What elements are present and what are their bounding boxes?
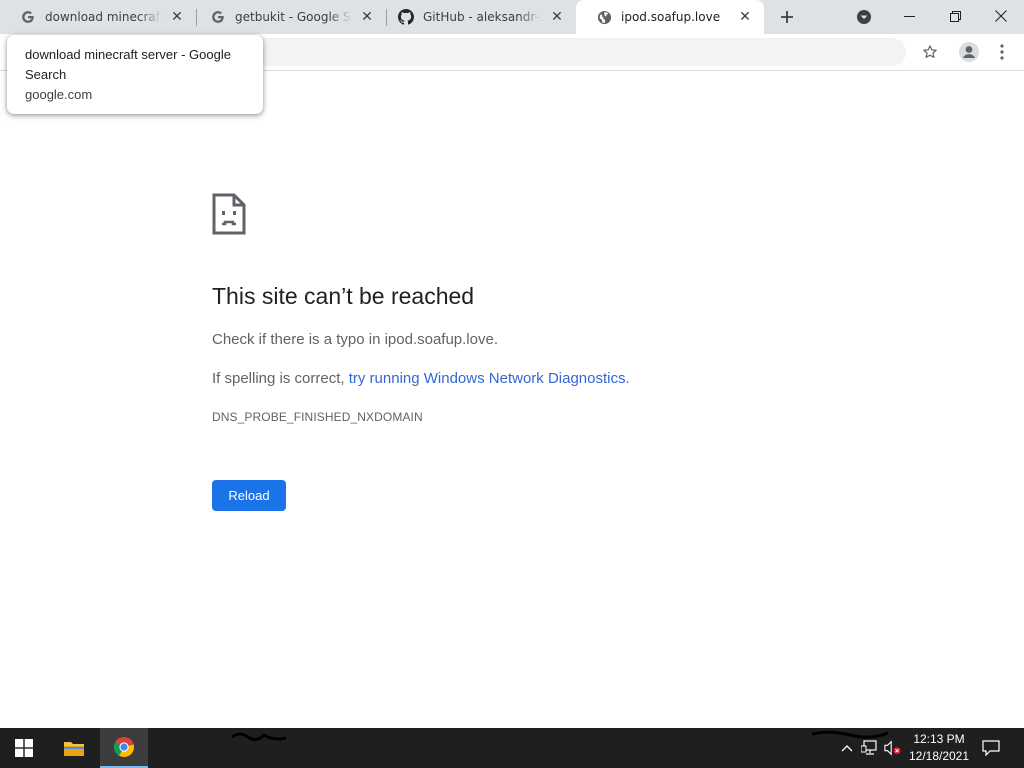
chrome-taskbar-icon[interactable] (100, 728, 148, 768)
start-button[interactable] (0, 728, 48, 768)
tab-close-icon[interactable]: ✕ (168, 8, 186, 26)
system-clock[interactable]: 12:13 PM 12/18/2021 (904, 731, 974, 765)
show-hidden-icons-chevron-icon[interactable] (838, 739, 856, 757)
tab-hover-card: download minecraft server - Google Searc… (7, 35, 263, 114)
tab-ipod-soafup[interactable]: ipod.soafup.love ✕ (576, 0, 764, 34)
action-center-icon[interactable] (982, 739, 1000, 757)
google-g-icon (210, 9, 226, 25)
close-window-button[interactable] (978, 0, 1024, 32)
tab-close-icon[interactable]: ✕ (548, 8, 566, 26)
kebab-menu-icon[interactable] (990, 40, 1014, 64)
github-icon (398, 9, 414, 25)
spelling-hint-text: If spelling is correct, try running Wind… (212, 370, 630, 387)
tab-search-icon[interactable] (854, 7, 874, 27)
network-diagnostics-link[interactable]: try running Windows Network Diagnostics (349, 370, 626, 387)
error-code: DNS_PROBE_FINISHED_NXDOMAIN (212, 410, 423, 424)
tab-github[interactable]: GitHub - aleksandr-sosnovskii ✕ (378, 0, 576, 34)
hover-card-title: download minecraft server - Google Searc… (25, 47, 231, 82)
clock-time: 12:13 PM (913, 732, 965, 746)
windows-taskbar: 12:13 PM 12/18/2021 (0, 728, 1024, 768)
tab-download-minecraft[interactable]: download minecraft server - Google Searc… (0, 0, 196, 34)
spelling-hint-prefix: If spelling is correct, (212, 370, 349, 387)
error-heading: This site can’t be reached (212, 283, 475, 309)
speaker-muted-icon[interactable] (884, 739, 902, 757)
clock-date: 12/18/2021 (908, 749, 970, 763)
new-tab-button[interactable] (774, 4, 800, 30)
profile-avatar-icon[interactable] (957, 40, 981, 64)
address-bar[interactable] (200, 38, 906, 66)
hover-card-domain: google.com (25, 87, 93, 102)
google-g-icon (20, 9, 36, 25)
minimize-button[interactable] (886, 0, 932, 32)
tab-strip: download minecraft server - Google Searc… (0, 0, 1024, 34)
tab-title: download minecraft server - Google Searc… (45, 10, 162, 24)
desktop-scribble (230, 728, 290, 742)
sad-document-icon (212, 193, 246, 235)
bookmark-star-icon[interactable] (918, 40, 942, 64)
spelling-hint-suffix: . (625, 370, 630, 387)
tab-title: GitHub - aleksandr-sosnovskii (423, 10, 542, 24)
tab-title: ipod.soafup.love (621, 10, 721, 24)
tab-close-icon[interactable]: ✕ (358, 8, 376, 26)
tab-close-icon[interactable]: ✕ (736, 8, 754, 26)
restore-button[interactable] (932, 0, 978, 32)
globe-icon (596, 9, 612, 25)
reload-button[interactable]: Reload (212, 480, 286, 511)
tab-title: getbukit - Google Search (235, 10, 352, 24)
file-explorer-icon[interactable] (50, 728, 98, 768)
network-icon[interactable] (861, 739, 879, 757)
typo-hint-text: Check if there is a typo in ipod.soafup.… (212, 331, 498, 348)
tab-getbukit[interactable]: getbukit - Google Search ✕ (190, 0, 386, 34)
